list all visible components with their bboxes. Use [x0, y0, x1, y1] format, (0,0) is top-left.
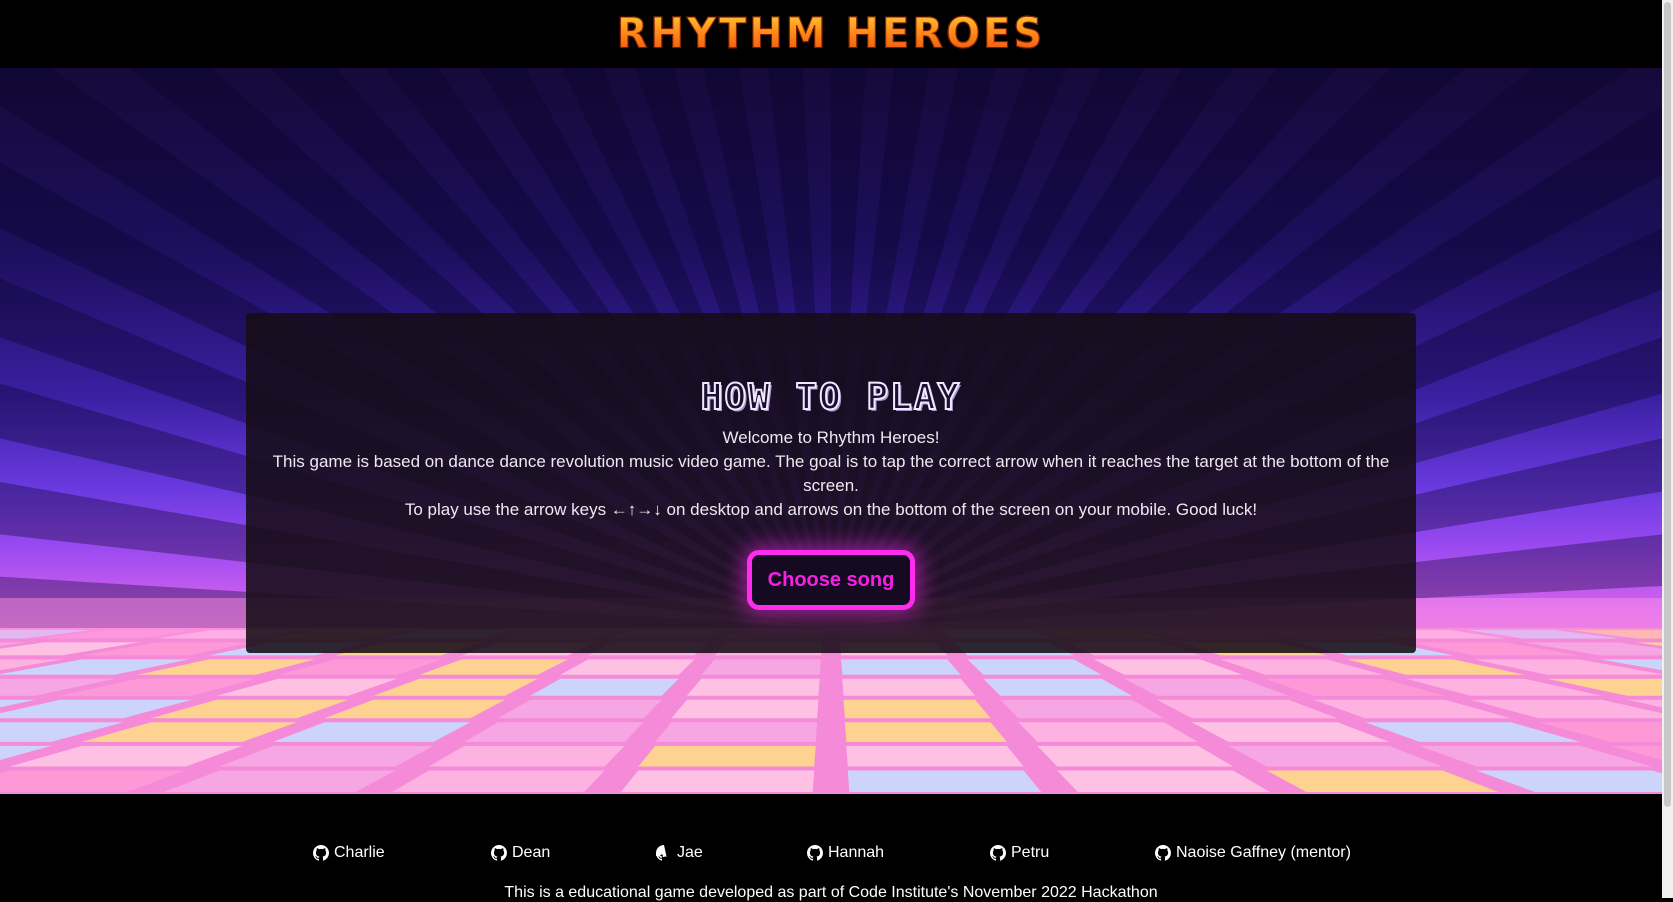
page: RHYTHM HEROES HOW TO PLAY Welcome to Rhy… [0, 0, 1662, 901]
contributor-link-hannah[interactable]: Hannah [807, 844, 884, 862]
contributor-name: Dean [512, 844, 551, 861]
hero-section: HOW TO PLAY Welcome to Rhythm Heroes! Th… [0, 68, 1662, 794]
vertical-scrollbar[interactable] [1662, 0, 1673, 898]
contributor-link-dean[interactable]: Dean [491, 844, 550, 862]
how-to-play-card: HOW TO PLAY Welcome to Rhythm Heroes! Th… [246, 313, 1416, 653]
contributor-link-charlie[interactable]: Charlie [313, 844, 385, 862]
footer-note: This is a educational game developed as … [504, 884, 1158, 901]
github-icon [990, 845, 1006, 861]
github-icon [313, 845, 329, 861]
contributor-name: Petru [1011, 844, 1050, 861]
site-footer: Charlie Dean Jae Hannah Petru Naoise Gaf… [0, 794, 1662, 901]
github-icon [807, 845, 823, 861]
contributor-name: Jae [677, 844, 703, 861]
contributor-name: Charlie [334, 844, 385, 861]
contributor-name: Naoise Gaffney (mentor) [1176, 844, 1351, 861]
instructions-controls: To play use the arrow keys ←↑→↓ on deskt… [404, 500, 1258, 519]
github-icon [656, 845, 667, 861]
site-logo[interactable]: RHYTHM HEROES [616, 9, 1045, 58]
choose-song-button[interactable]: Choose song [747, 550, 915, 610]
site-header: RHYTHM HEROES [0, 0, 1662, 68]
how-to-play-title: HOW TO PLAY [700, 376, 962, 419]
welcome-text: Welcome to Rhythm Heroes! [722, 428, 940, 447]
contributor-link-petru[interactable]: Petru [990, 844, 1049, 862]
contributor-link-naoise[interactable]: Naoise Gaffney (mentor) [1155, 844, 1351, 862]
contributor-name: Hannah [828, 844, 885, 861]
github-icon [491, 845, 507, 861]
contributor-link-jae[interactable]: Jae [656, 844, 703, 862]
scrollbar-thumb[interactable] [1664, 2, 1671, 807]
github-icon [1155, 845, 1171, 861]
instructions-goal: This game is based on dance dance revolu… [272, 452, 1390, 495]
